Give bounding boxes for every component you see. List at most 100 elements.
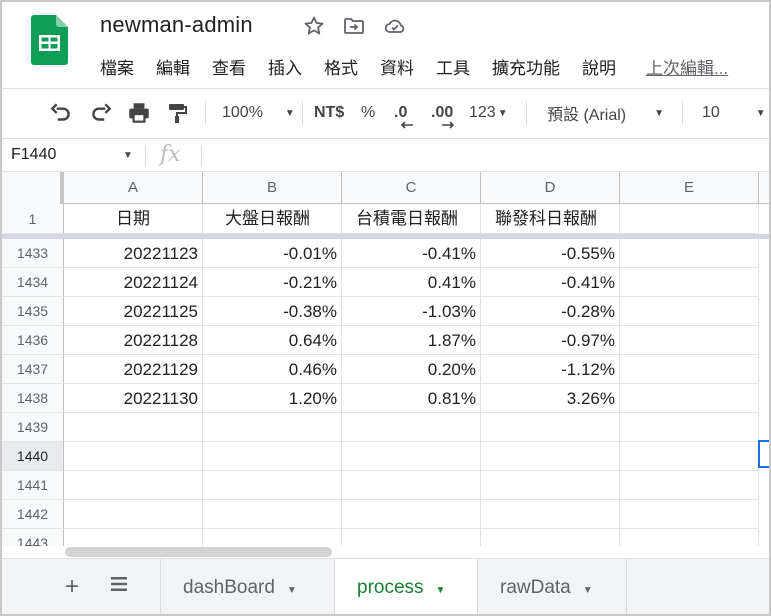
table-cell[interactable]: 0.20% — [342, 355, 481, 384]
table-cell[interactable] — [620, 413, 759, 442]
table-cell[interactable]: -0.55% — [481, 239, 620, 268]
table-cell[interactable] — [620, 384, 759, 413]
menu-insert[interactable]: 插入 — [268, 54, 302, 79]
table-cell[interactable] — [203, 413, 342, 442]
table-cell[interactable]: 1.87% — [342, 326, 481, 355]
table-cell[interactable] — [342, 442, 481, 471]
chevron-down-icon[interactable]: ▼ — [287, 585, 297, 596]
tab-rawdata[interactable]: rawData ▼ — [477, 559, 627, 614]
star-icon[interactable] — [302, 14, 326, 38]
column-header-c[interactable]: C — [342, 172, 481, 204]
table-cell[interactable]: 0.41% — [342, 268, 481, 297]
menu-file[interactable]: 檔案 — [100, 54, 134, 79]
menu-tools[interactable]: 工具 — [436, 54, 470, 79]
table-cell[interactable] — [342, 529, 481, 546]
cloud-saved-icon[interactable] — [383, 14, 407, 38]
table-cell[interactable]: -0.28% — [481, 297, 620, 326]
table-cell[interactable] — [481, 471, 620, 500]
table-cell[interactable] — [620, 442, 759, 471]
column-header-a[interactable]: A — [64, 172, 203, 204]
row-header[interactable]: 1 — [2, 204, 64, 234]
header-cell-empty[interactable] — [620, 204, 759, 234]
table-cell[interactable] — [481, 413, 620, 442]
undo-icon[interactable] — [48, 99, 74, 127]
table-cell[interactable]: -0.41% — [342, 239, 481, 268]
tab-process[interactable]: process ▼ — [334, 559, 477, 614]
zoom-select[interactable]: 100% ▼ — [222, 99, 295, 127]
table-cell[interactable] — [620, 471, 759, 500]
table-cell[interactable] — [64, 471, 203, 500]
table-cell[interactable]: 3.26% — [481, 384, 620, 413]
table-cell[interactable] — [620, 239, 759, 268]
move-to-folder-icon[interactable] — [342, 14, 366, 38]
table-cell[interactable] — [203, 442, 342, 471]
table-cell[interactable] — [620, 297, 759, 326]
table-cell[interactable]: -0.01% — [203, 239, 342, 268]
redo-icon[interactable] — [88, 99, 114, 127]
row-header[interactable]: 1438 — [2, 384, 64, 413]
row-header[interactable]: 1433 — [2, 239, 64, 268]
document-title[interactable]: newman-admin — [100, 12, 253, 38]
table-cell[interactable]: 0.46% — [203, 355, 342, 384]
last-edit-link[interactable]: 上次編輯... — [646, 54, 728, 79]
menu-format[interactable]: 格式 — [324, 54, 358, 79]
column-header-e[interactable]: E — [620, 172, 759, 204]
decrease-decimal-button[interactable]: .0 — [394, 99, 413, 129]
row-header[interactable]: 1443 — [2, 529, 64, 546]
menu-data[interactable]: 資料 — [380, 54, 414, 79]
table-cell[interactable]: -0.41% — [481, 268, 620, 297]
table-cell[interactable] — [203, 529, 342, 546]
chevron-down-icon[interactable]: ▼ — [123, 150, 133, 161]
more-formats-button[interactable]: 123 ▼ — [469, 99, 508, 127]
table-cell[interactable]: 20221124 — [64, 268, 203, 297]
table-cell[interactable]: 0.81% — [342, 384, 481, 413]
table-cell[interactable] — [620, 355, 759, 384]
header-cell-mediatek-return[interactable]: 聯發科日報酬 — [481, 204, 620, 234]
menu-extensions[interactable]: 擴充功能 — [492, 54, 560, 79]
table-cell[interactable] — [481, 529, 620, 546]
row-header[interactable]: 1435 — [2, 297, 64, 326]
table-cell[interactable] — [620, 326, 759, 355]
name-box[interactable]: F1440 — [11, 146, 56, 164]
table-cell[interactable] — [342, 413, 481, 442]
table-cell[interactable] — [620, 268, 759, 297]
paint-format-icon[interactable] — [165, 99, 189, 127]
table-cell[interactable]: -1.12% — [481, 355, 620, 384]
table-cell[interactable] — [64, 442, 203, 471]
table-cell[interactable] — [64, 413, 203, 442]
column-header-b[interactable]: B — [203, 172, 342, 204]
increase-decimal-button[interactable]: .00 — [431, 99, 455, 129]
table-cell[interactable] — [64, 529, 203, 546]
table-cell[interactable]: 20221129 — [64, 355, 203, 384]
row-header[interactable]: 1439 — [2, 413, 64, 442]
chevron-down-icon[interactable]: ▼ — [583, 585, 593, 596]
table-cell[interactable] — [203, 471, 342, 500]
table-cell[interactable] — [620, 529, 759, 546]
sheets-logo-icon[interactable] — [31, 15, 68, 65]
table-cell[interactable]: -1.03% — [342, 297, 481, 326]
row-header[interactable]: 1436 — [2, 326, 64, 355]
select-all-corner[interactable] — [2, 172, 64, 204]
table-cell[interactable]: 20221130 — [64, 384, 203, 413]
table-cell[interactable] — [342, 471, 481, 500]
all-sheets-list-icon[interactable] — [110, 575, 128, 593]
table-cell[interactable]: 20221123 — [64, 239, 203, 268]
selected-cell-outline[interactable] — [758, 440, 769, 468]
menu-help[interactable]: 說明 — [582, 54, 616, 79]
table-cell[interactable] — [64, 500, 203, 529]
table-cell[interactable] — [481, 442, 620, 471]
menu-view[interactable]: 查看 — [212, 54, 246, 79]
header-cell-tsmc-return[interactable]: 台積電日報酬 — [342, 204, 481, 234]
table-cell[interactable] — [342, 500, 481, 529]
table-cell[interactable]: 0.64% — [203, 326, 342, 355]
table-cell[interactable]: 20221125 — [64, 297, 203, 326]
row-header[interactable]: 1441 — [2, 471, 64, 500]
chevron-down-icon[interactable]: ▼ — [436, 585, 446, 596]
table-cell[interactable]: 1.20% — [203, 384, 342, 413]
add-sheet-icon[interactable]: + — [65, 573, 79, 601]
column-header-d[interactable]: D — [481, 172, 620, 204]
header-cell-market-return[interactable]: 大盤日報酬 — [203, 204, 342, 234]
table-cell[interactable]: -0.38% — [203, 297, 342, 326]
print-icon[interactable] — [126, 99, 152, 127]
menu-edit[interactable]: 編輯 — [156, 54, 190, 79]
